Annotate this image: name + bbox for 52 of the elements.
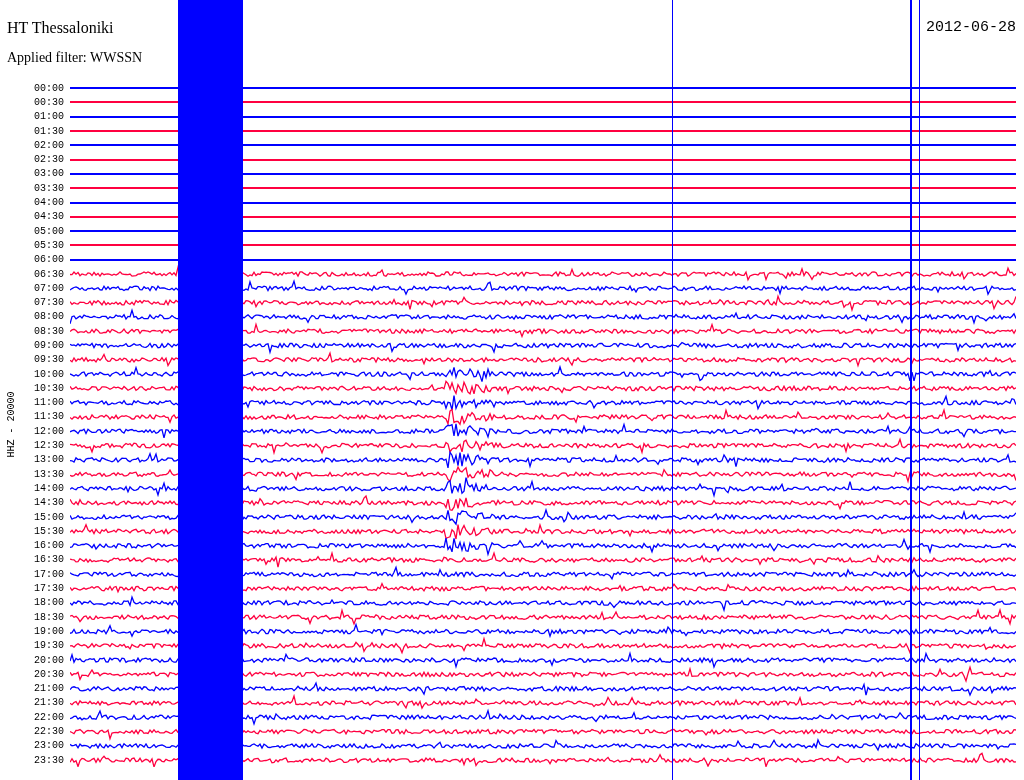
time-label: 13:30 — [34, 468, 64, 480]
time-label: 05:30 — [34, 239, 64, 251]
time-label: 16:00 — [34, 540, 64, 552]
time-label: 16:30 — [34, 554, 64, 566]
time-label: 10:00 — [34, 368, 64, 380]
time-label: 11:00 — [34, 397, 64, 409]
time-label: 19:00 — [34, 625, 64, 637]
time-label: 08:00 — [34, 311, 64, 323]
time-label: 07:00 — [34, 282, 64, 294]
time-label: 22:00 — [34, 711, 64, 723]
time-label: 00:00 — [34, 82, 64, 94]
time-label: 20:00 — [34, 654, 64, 666]
date-label: 2012-06-28 — [926, 18, 1016, 38]
time-label: 21:00 — [34, 683, 64, 695]
time-label: 18:30 — [34, 611, 64, 623]
time-label: 12:00 — [34, 425, 64, 437]
time-label: 14:30 — [34, 497, 64, 509]
time-label: 08:30 — [34, 325, 64, 337]
time-label: 04:30 — [34, 211, 64, 223]
time-label: 03:00 — [34, 168, 64, 180]
time-label: 22:30 — [34, 726, 64, 737]
time-label: 06:30 — [34, 268, 64, 280]
time-label: 06:00 — [34, 254, 64, 266]
time-label: 02:30 — [34, 154, 64, 166]
time-label: 19:30 — [34, 640, 64, 652]
time-label: 09:00 — [34, 340, 64, 351]
filter-label: Applied filter: WWSSN — [7, 50, 143, 65]
time-label: 13:00 — [34, 454, 64, 466]
time-label: 15:30 — [34, 525, 64, 537]
time-label: 09:30 — [34, 354, 64, 366]
time-label: 17:30 — [34, 583, 64, 595]
time-label: 23:00 — [34, 740, 64, 752]
time-label: 05:00 — [34, 225, 64, 237]
time-label: 23:30 — [34, 754, 64, 766]
time-label: 10:30 — [34, 382, 64, 394]
time-label: 15:00 — [34, 511, 64, 523]
time-label: 01:00 — [34, 111, 64, 123]
time-label: 14:00 — [34, 482, 64, 494]
time-label: 20:30 — [34, 668, 64, 680]
time-label: 00:30 — [34, 96, 64, 108]
time-label: 02:00 — [34, 139, 64, 151]
time-label: 18:00 — [34, 597, 64, 609]
time-label: 17:00 — [34, 568, 64, 580]
time-label: 04:00 — [34, 197, 64, 208]
time-label: 12:30 — [34, 440, 64, 452]
time-label: 01:30 — [34, 125, 64, 137]
station-title: HT Thessaloniki — [7, 18, 114, 38]
time-label: 11:30 — [34, 411, 64, 423]
channel-label: HHZ - 20000 — [4, 391, 18, 458]
time-label: 21:30 — [34, 697, 64, 709]
time-label: 03:30 — [34, 182, 64, 194]
time-label: 07:30 — [34, 297, 64, 309]
